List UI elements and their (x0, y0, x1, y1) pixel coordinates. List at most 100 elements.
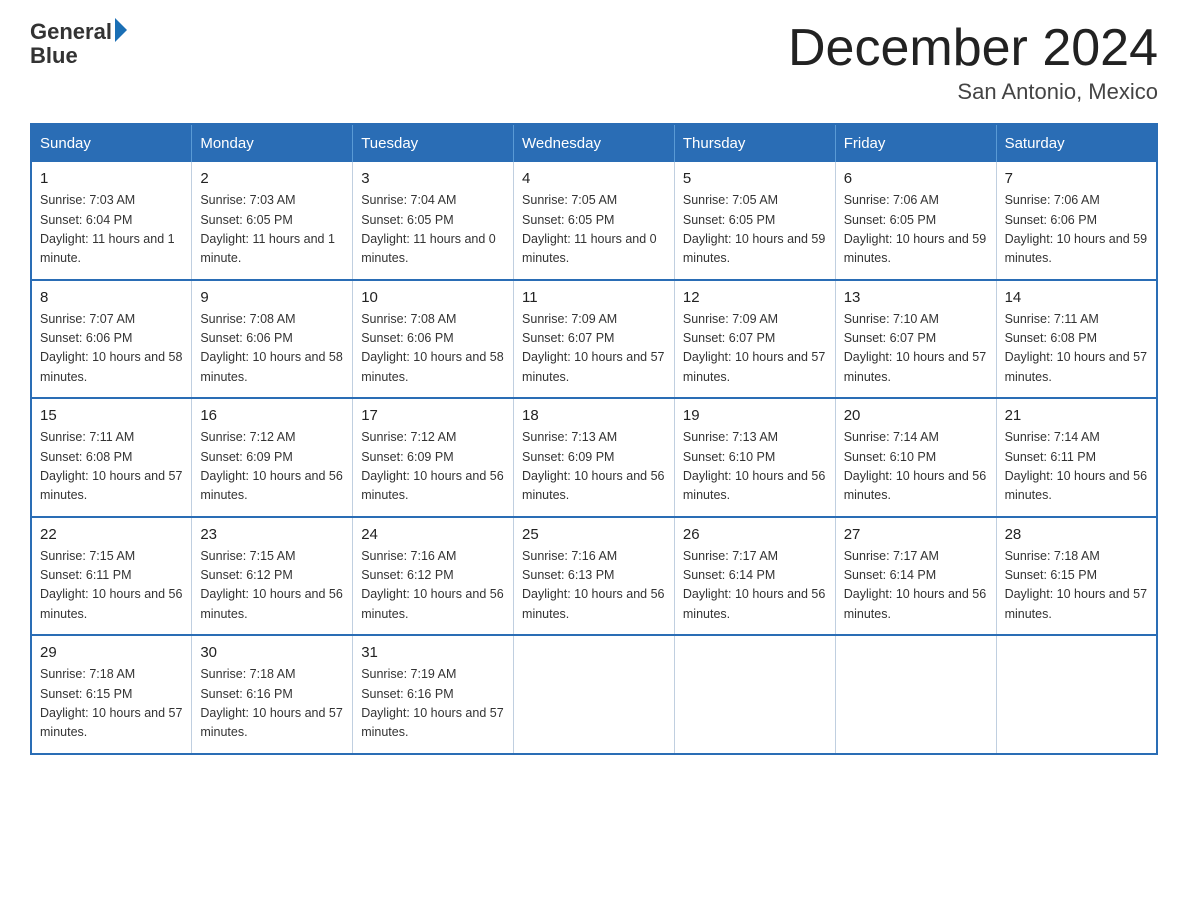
calendar-cell: 30 Sunrise: 7:18 AM Sunset: 6:16 PM Dayl… (192, 635, 353, 754)
day-info: Sunrise: 7:15 AM Sunset: 6:12 PM Dayligh… (200, 547, 344, 625)
day-info: Sunrise: 7:05 AM Sunset: 6:05 PM Dayligh… (683, 191, 827, 269)
calendar-cell: 3 Sunrise: 7:04 AM Sunset: 6:05 PM Dayli… (353, 162, 514, 280)
day-number: 19 (683, 407, 827, 424)
calendar-cell: 19 Sunrise: 7:13 AM Sunset: 6:10 PM Dayl… (674, 398, 835, 517)
day-info: Sunrise: 7:13 AM Sunset: 6:10 PM Dayligh… (683, 428, 827, 506)
calendar-subtitle: San Antonio, Mexico (788, 79, 1158, 105)
header-sunday: Sunday (31, 124, 192, 162)
day-number: 8 (40, 289, 183, 306)
day-number: 7 (1005, 170, 1148, 187)
calendar-cell: 11 Sunrise: 7:09 AM Sunset: 6:07 PM Dayl… (514, 280, 675, 399)
day-info: Sunrise: 7:12 AM Sunset: 6:09 PM Dayligh… (200, 428, 344, 506)
calendar-cell: 16 Sunrise: 7:12 AM Sunset: 6:09 PM Dayl… (192, 398, 353, 517)
day-info: Sunrise: 7:15 AM Sunset: 6:11 PM Dayligh… (40, 547, 183, 625)
calendar-title: December 2024 (788, 20, 1158, 77)
day-number: 24 (361, 526, 505, 543)
day-number: 17 (361, 407, 505, 424)
day-info: Sunrise: 7:13 AM Sunset: 6:09 PM Dayligh… (522, 428, 666, 506)
calendar-cell (996, 635, 1157, 754)
day-number: 2 (200, 170, 344, 187)
calendar-week-2: 8 Sunrise: 7:07 AM Sunset: 6:06 PM Dayli… (31, 280, 1157, 399)
day-number: 27 (844, 526, 988, 543)
logo: General Blue (30, 20, 127, 68)
header-tuesday: Tuesday (353, 124, 514, 162)
calendar-header-row: Sunday Monday Tuesday Wednesday Thursday… (31, 124, 1157, 162)
day-info: Sunrise: 7:05 AM Sunset: 6:05 PM Dayligh… (522, 191, 666, 269)
day-number: 1 (40, 170, 183, 187)
calendar-cell: 10 Sunrise: 7:08 AM Sunset: 6:06 PM Dayl… (353, 280, 514, 399)
day-info: Sunrise: 7:18 AM Sunset: 6:15 PM Dayligh… (40, 665, 183, 743)
day-number: 3 (361, 170, 505, 187)
day-info: Sunrise: 7:08 AM Sunset: 6:06 PM Dayligh… (200, 310, 344, 388)
day-number: 5 (683, 170, 827, 187)
day-info: Sunrise: 7:12 AM Sunset: 6:09 PM Dayligh… (361, 428, 505, 506)
day-info: Sunrise: 7:19 AM Sunset: 6:16 PM Dayligh… (361, 665, 505, 743)
calendar-table: Sunday Monday Tuesday Wednesday Thursday… (30, 123, 1158, 755)
calendar-cell: 13 Sunrise: 7:10 AM Sunset: 6:07 PM Dayl… (835, 280, 996, 399)
day-number: 18 (522, 407, 666, 424)
day-info: Sunrise: 7:11 AM Sunset: 6:08 PM Dayligh… (1005, 310, 1148, 388)
day-number: 6 (844, 170, 988, 187)
day-info: Sunrise: 7:14 AM Sunset: 6:11 PM Dayligh… (1005, 428, 1148, 506)
calendar-week-5: 29 Sunrise: 7:18 AM Sunset: 6:15 PM Dayl… (31, 635, 1157, 754)
calendar-cell: 4 Sunrise: 7:05 AM Sunset: 6:05 PM Dayli… (514, 162, 675, 280)
calendar-cell: 5 Sunrise: 7:05 AM Sunset: 6:05 PM Dayli… (674, 162, 835, 280)
day-info: Sunrise: 7:03 AM Sunset: 6:05 PM Dayligh… (200, 191, 344, 269)
logo-text-general: General (30, 20, 112, 44)
calendar-cell: 25 Sunrise: 7:16 AM Sunset: 6:13 PM Dayl… (514, 517, 675, 636)
day-info: Sunrise: 7:18 AM Sunset: 6:16 PM Dayligh… (200, 665, 344, 743)
calendar-cell: 18 Sunrise: 7:13 AM Sunset: 6:09 PM Dayl… (514, 398, 675, 517)
day-number: 28 (1005, 526, 1148, 543)
calendar-cell: 17 Sunrise: 7:12 AM Sunset: 6:09 PM Dayl… (353, 398, 514, 517)
day-number: 30 (200, 644, 344, 661)
day-number: 29 (40, 644, 183, 661)
calendar-week-4: 22 Sunrise: 7:15 AM Sunset: 6:11 PM Dayl… (31, 517, 1157, 636)
calendar-cell: 2 Sunrise: 7:03 AM Sunset: 6:05 PM Dayli… (192, 162, 353, 280)
calendar-week-3: 15 Sunrise: 7:11 AM Sunset: 6:08 PM Dayl… (31, 398, 1157, 517)
day-number: 25 (522, 526, 666, 543)
day-number: 4 (522, 170, 666, 187)
calendar-cell: 24 Sunrise: 7:16 AM Sunset: 6:12 PM Dayl… (353, 517, 514, 636)
day-info: Sunrise: 7:14 AM Sunset: 6:10 PM Dayligh… (844, 428, 988, 506)
calendar-week-1: 1 Sunrise: 7:03 AM Sunset: 6:04 PM Dayli… (31, 162, 1157, 280)
calendar-cell (514, 635, 675, 754)
header-monday: Monday (192, 124, 353, 162)
day-info: Sunrise: 7:10 AM Sunset: 6:07 PM Dayligh… (844, 310, 988, 388)
calendar-cell (835, 635, 996, 754)
calendar-cell: 22 Sunrise: 7:15 AM Sunset: 6:11 PM Dayl… (31, 517, 192, 636)
day-info: Sunrise: 7:06 AM Sunset: 6:06 PM Dayligh… (1005, 191, 1148, 269)
calendar-cell: 6 Sunrise: 7:06 AM Sunset: 6:05 PM Dayli… (835, 162, 996, 280)
calendar-cell: 29 Sunrise: 7:18 AM Sunset: 6:15 PM Dayl… (31, 635, 192, 754)
calendar-cell: 23 Sunrise: 7:15 AM Sunset: 6:12 PM Dayl… (192, 517, 353, 636)
calendar-cell: 1 Sunrise: 7:03 AM Sunset: 6:04 PM Dayli… (31, 162, 192, 280)
day-info: Sunrise: 7:16 AM Sunset: 6:13 PM Dayligh… (522, 547, 666, 625)
calendar-cell: 20 Sunrise: 7:14 AM Sunset: 6:10 PM Dayl… (835, 398, 996, 517)
day-info: Sunrise: 7:17 AM Sunset: 6:14 PM Dayligh… (844, 547, 988, 625)
calendar-cell: 7 Sunrise: 7:06 AM Sunset: 6:06 PM Dayli… (996, 162, 1157, 280)
title-block: December 2024 San Antonio, Mexico (788, 20, 1158, 105)
header-wednesday: Wednesday (514, 124, 675, 162)
day-info: Sunrise: 7:09 AM Sunset: 6:07 PM Dayligh… (683, 310, 827, 388)
calendar-cell: 12 Sunrise: 7:09 AM Sunset: 6:07 PM Dayl… (674, 280, 835, 399)
calendar-cell: 21 Sunrise: 7:14 AM Sunset: 6:11 PM Dayl… (996, 398, 1157, 517)
day-number: 26 (683, 526, 827, 543)
day-info: Sunrise: 7:03 AM Sunset: 6:04 PM Dayligh… (40, 191, 183, 269)
calendar-cell: 8 Sunrise: 7:07 AM Sunset: 6:06 PM Dayli… (31, 280, 192, 399)
calendar-cell: 27 Sunrise: 7:17 AM Sunset: 6:14 PM Dayl… (835, 517, 996, 636)
calendar-cell: 26 Sunrise: 7:17 AM Sunset: 6:14 PM Dayl… (674, 517, 835, 636)
day-number: 16 (200, 407, 344, 424)
day-number: 21 (1005, 407, 1148, 424)
day-number: 12 (683, 289, 827, 306)
day-info: Sunrise: 7:17 AM Sunset: 6:14 PM Dayligh… (683, 547, 827, 625)
day-number: 14 (1005, 289, 1148, 306)
day-info: Sunrise: 7:11 AM Sunset: 6:08 PM Dayligh… (40, 428, 183, 506)
day-number: 20 (844, 407, 988, 424)
day-number: 15 (40, 407, 183, 424)
calendar-cell: 9 Sunrise: 7:08 AM Sunset: 6:06 PM Dayli… (192, 280, 353, 399)
calendar-cell: 28 Sunrise: 7:18 AM Sunset: 6:15 PM Dayl… (996, 517, 1157, 636)
logo-triangle-icon (115, 18, 127, 42)
day-info: Sunrise: 7:06 AM Sunset: 6:05 PM Dayligh… (844, 191, 988, 269)
page-header: General Blue December 2024 San Antonio, … (30, 20, 1158, 105)
header-saturday: Saturday (996, 124, 1157, 162)
day-number: 9 (200, 289, 344, 306)
